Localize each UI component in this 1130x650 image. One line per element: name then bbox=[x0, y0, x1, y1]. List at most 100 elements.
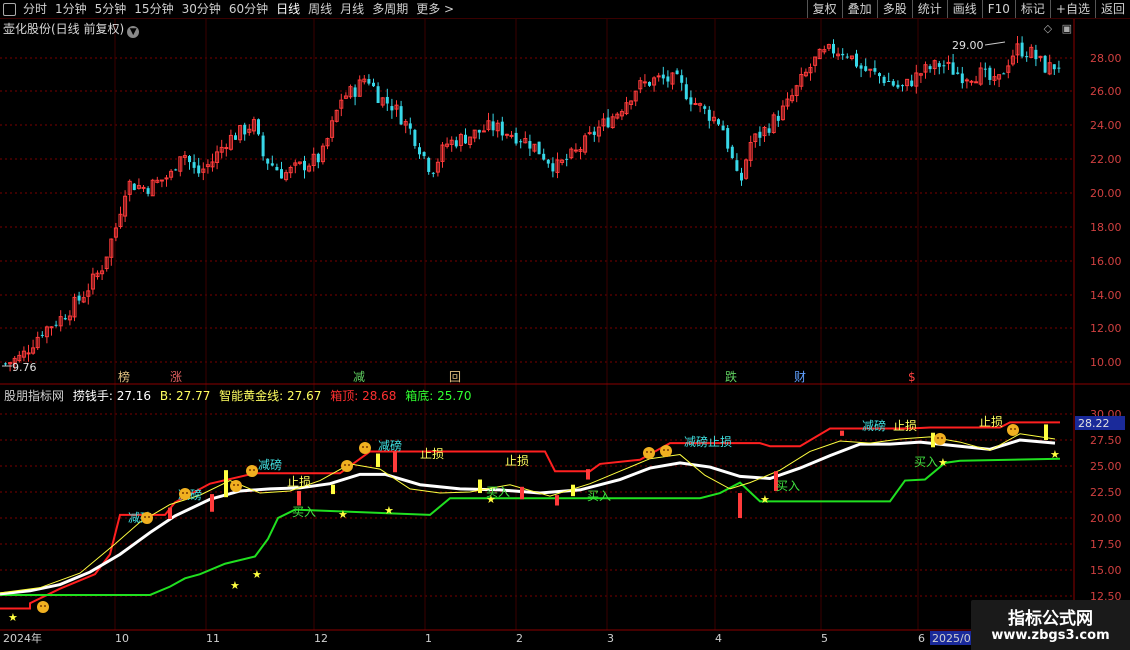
y-tick-10: 10.00 bbox=[1090, 356, 1122, 369]
candle-body bbox=[413, 129, 417, 146]
sub-y-tick-27-5: 27.50 bbox=[1090, 434, 1122, 447]
face-eye bbox=[1014, 428, 1016, 430]
candle-body bbox=[606, 117, 610, 128]
candle-body bbox=[845, 56, 849, 58]
candle-body bbox=[546, 159, 550, 164]
candle-body bbox=[224, 147, 229, 150]
signal-bar bbox=[571, 484, 575, 497]
face-eye bbox=[40, 605, 42, 607]
candle-body bbox=[693, 103, 698, 106]
signal-bar bbox=[168, 507, 172, 520]
face-eye bbox=[148, 516, 150, 518]
candle-body bbox=[500, 121, 504, 136]
candle-body bbox=[164, 177, 169, 180]
annotation-stop: 止损 bbox=[979, 415, 1003, 429]
star-icon: ★ bbox=[384, 504, 394, 517]
candle-body bbox=[77, 295, 81, 301]
event-label-4[interactable]: 跌 bbox=[725, 369, 737, 384]
x-label-5: 5 bbox=[821, 632, 828, 645]
star-icon: ★ bbox=[8, 611, 18, 624]
candle-body bbox=[399, 106, 403, 125]
candle-body bbox=[573, 149, 578, 152]
event-label-6[interactable]: $ bbox=[908, 370, 916, 384]
signal-bar bbox=[393, 451, 397, 473]
candle-body bbox=[1057, 67, 1061, 69]
candle-body bbox=[758, 131, 762, 138]
diamond-icon[interactable]: ◇ bbox=[1044, 22, 1052, 35]
candle-body bbox=[266, 158, 270, 164]
candle-body bbox=[4, 363, 7, 365]
star-icon: ★ bbox=[252, 568, 262, 581]
candle-body bbox=[1043, 55, 1047, 73]
candle-body bbox=[767, 128, 771, 133]
candle-body bbox=[887, 80, 891, 82]
chart-corner-controls: ◇ ▣ bbox=[1038, 22, 1072, 35]
face-eye bbox=[362, 446, 364, 448]
candle-body bbox=[188, 156, 191, 163]
signal-bar bbox=[840, 430, 844, 436]
x-label-11: 11 bbox=[206, 632, 220, 645]
box-top-line bbox=[0, 421, 1060, 610]
y-tick-12: 12.00 bbox=[1090, 322, 1122, 335]
face-icon bbox=[230, 480, 242, 492]
event-label-3[interactable]: 回 bbox=[449, 370, 461, 384]
x-label-4: 4 bbox=[715, 632, 722, 645]
signal-bar bbox=[1044, 424, 1048, 440]
candle-body bbox=[49, 326, 54, 329]
face-eye bbox=[1010, 428, 1012, 430]
legend-indicator-name[interactable]: 股朋指标网 bbox=[4, 389, 64, 403]
candle-body bbox=[730, 146, 734, 159]
face-eye bbox=[237, 484, 239, 486]
candle-body bbox=[592, 131, 596, 135]
face-eye bbox=[233, 484, 235, 486]
signal-bar bbox=[738, 493, 742, 518]
candle-body bbox=[873, 68, 877, 72]
signal-bar bbox=[224, 470, 228, 498]
main-chart-title[interactable]: 壶化股份(日线 前复权) ▼ bbox=[3, 20, 140, 38]
y-tick-16: 16.00 bbox=[1090, 255, 1122, 268]
sub-y-tick-20: 20.00 bbox=[1090, 512, 1122, 525]
y-tick-26: 26.00 bbox=[1090, 85, 1122, 98]
star-icon: ★ bbox=[230, 579, 240, 592]
face-eye bbox=[937, 437, 939, 439]
candle-body bbox=[132, 183, 136, 191]
event-label-1[interactable]: 涨 bbox=[170, 369, 182, 384]
candle-body bbox=[243, 124, 247, 135]
candle-body bbox=[960, 73, 964, 84]
candle-body bbox=[956, 72, 960, 74]
chevron-down-icon[interactable]: ▼ bbox=[127, 26, 140, 38]
candle-body bbox=[891, 81, 895, 86]
annotation-reduce: 减磅 bbox=[258, 457, 282, 472]
annotation-buy: 买入 bbox=[776, 479, 800, 493]
candle-body bbox=[901, 85, 904, 87]
candle-body bbox=[740, 172, 743, 181]
face-icon bbox=[643, 447, 655, 459]
candle-body bbox=[514, 132, 518, 144]
face-eye bbox=[144, 516, 146, 518]
face-icon bbox=[934, 433, 946, 445]
candle-body bbox=[928, 66, 932, 70]
event-label-0[interactable]: 榜 bbox=[118, 369, 130, 384]
candle-body bbox=[1034, 49, 1038, 60]
candle-body bbox=[1025, 56, 1029, 58]
candle-body bbox=[675, 70, 679, 75]
candle-body bbox=[910, 80, 914, 87]
annotation-stop: 止损 bbox=[420, 447, 444, 461]
candle-body bbox=[841, 53, 845, 56]
event-label-5[interactable]: 财 bbox=[794, 370, 806, 384]
face-icon bbox=[660, 445, 672, 457]
candle-body bbox=[1052, 64, 1056, 70]
high-marker-arrow bbox=[984, 41, 1006, 46]
face-eye bbox=[249, 469, 251, 471]
candle-body bbox=[477, 129, 481, 133]
candle-body bbox=[864, 66, 868, 71]
annotation-buy: 买入 bbox=[292, 505, 316, 519]
annotation-buy: 买入 bbox=[914, 455, 938, 469]
candle-body bbox=[656, 75, 661, 78]
window-icon[interactable]: ▣ bbox=[1062, 22, 1072, 35]
indicator-annotations: 减磅减磅减磅减磅减磅止损止损止损止损止损买入买入买入买入买入减磅止损★★★★★★… bbox=[8, 415, 1060, 624]
candle-body bbox=[951, 62, 955, 75]
event-label-2[interactable]: 减 bbox=[353, 370, 365, 384]
candle-body bbox=[946, 61, 951, 64]
chart-canvas[interactable]: 减磅减磅减磅减磅减磅止损止损止损止损止损买入买入买入买入买入减磅止损★★★★★★… bbox=[0, 0, 1130, 650]
